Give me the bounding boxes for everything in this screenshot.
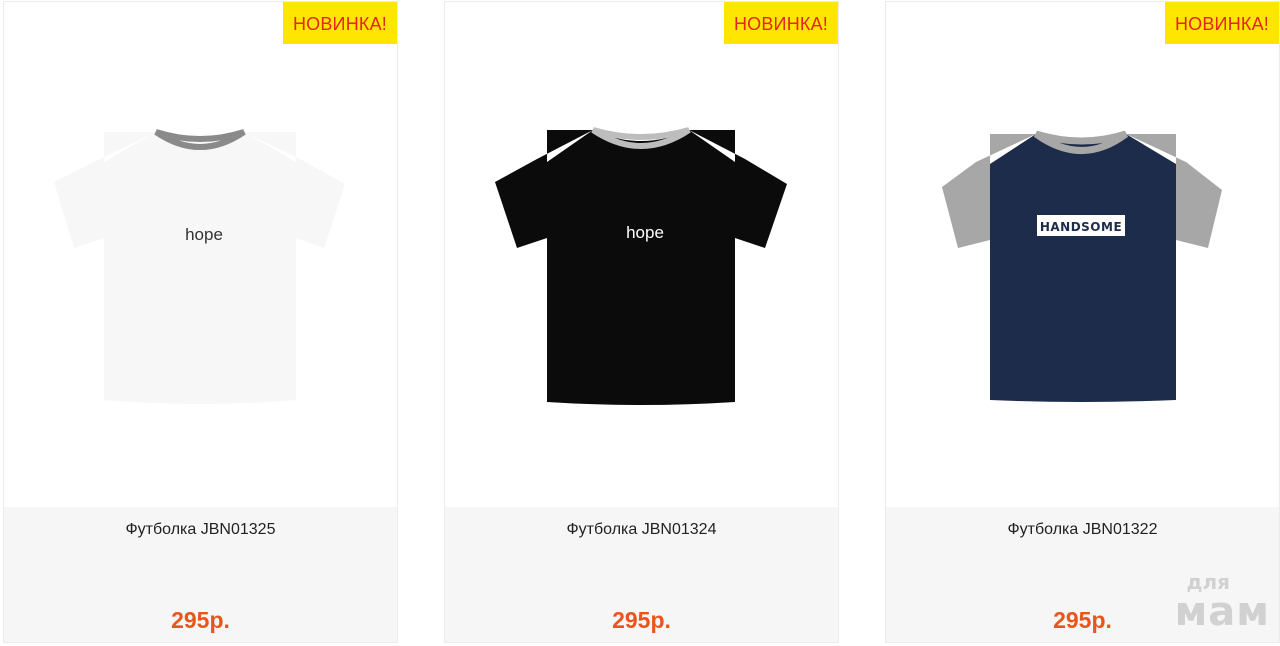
product-image[interactable]: hope НОВИНКА! [4, 2, 397, 507]
product-title[interactable]: Футболка JBN01325 [4, 521, 397, 539]
tshirt-print-text: HANDSOME [1040, 220, 1122, 234]
tshirt-print-text: hope [185, 225, 223, 244]
watermark-bottom-text: мам [1174, 589, 1270, 635]
product-image[interactable]: HANDSOME НОВИНКА! [886, 2, 1279, 507]
tshirt-print-text: hope [626, 223, 664, 242]
product-grid: hope НОВИНКА! Футболка JBN01325 295р. ho… [0, 0, 1280, 646]
product-price: 295р. [612, 607, 671, 633]
product-title[interactable]: Футболка JBN01324 [445, 521, 838, 539]
tshirt-image: hope [495, 127, 787, 405]
product-info: Футболка JBN01325 295р. [4, 507, 397, 642]
watermark-logo: для мам [1150, 572, 1270, 632]
product-image[interactable]: hope НОВИНКА! [445, 2, 838, 507]
product-price: 295р. [171, 607, 230, 633]
new-badge: НОВИНКА! [723, 2, 838, 44]
product-title[interactable]: Футболка JBN01322 [886, 521, 1279, 539]
tshirt-image: HANDSOME [942, 130, 1222, 402]
tshirt-body [104, 132, 296, 404]
tshirt-body [990, 134, 1176, 402]
new-badge: НОВИНКА! [282, 2, 397, 44]
product-info: Футболка JBN01324 295р. [445, 507, 838, 642]
product-card[interactable]: hope НОВИНКА! Футболка JBN01325 295р. [4, 2, 397, 642]
product-card[interactable]: hope НОВИНКА! Футболка JBN01324 295р. [445, 2, 838, 642]
new-badge: НОВИНКА! [1164, 2, 1279, 44]
product-card[interactable]: HANDSOME НОВИНКА! Футболка JBN01322 295р… [886, 2, 1279, 642]
tshirt-body [547, 130, 735, 405]
tshirt-image: hope [54, 129, 345, 404]
